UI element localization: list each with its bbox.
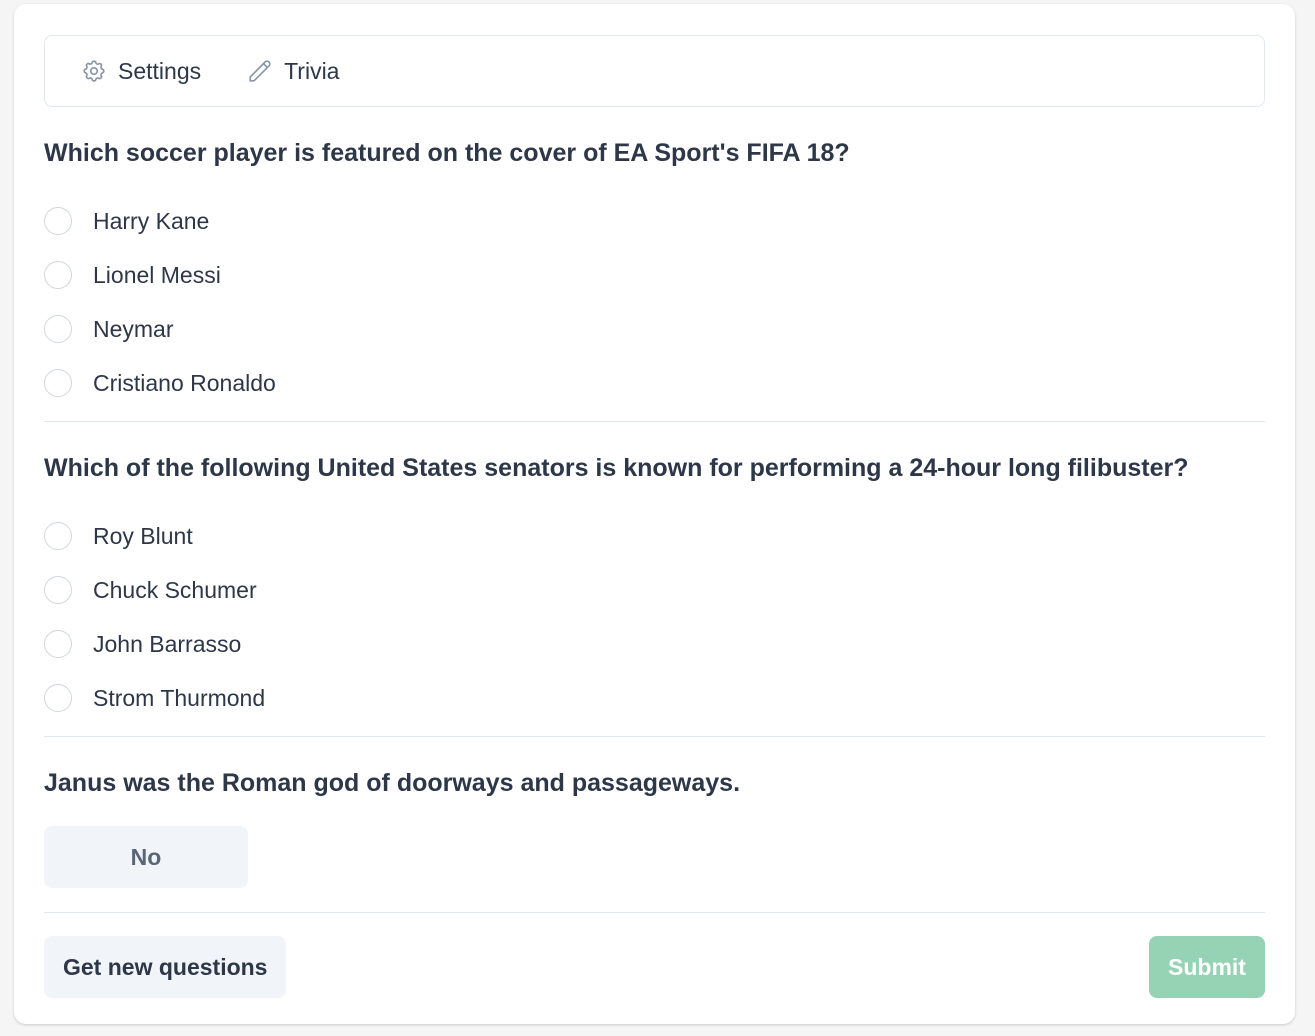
question-3: Janus was the Roman god of doorways and … (44, 768, 1265, 888)
answer-option[interactable]: Neymar (44, 302, 1265, 356)
question-title: Which soccer player is featured on the c… (44, 139, 850, 167)
question-2: Which of the following United States sen… (44, 453, 1265, 725)
option-label: Strom Thurmond (93, 684, 266, 711)
tab-settings-label: Settings (118, 57, 202, 84)
radio-button[interactable] (44, 315, 72, 343)
option-label: Roy Blunt (93, 522, 193, 549)
radio-button[interactable] (44, 522, 72, 550)
question-title: Which of the following United States sen… (44, 454, 1189, 482)
answer-option[interactable]: John Barrasso (44, 617, 1265, 671)
option-label: Neymar (93, 315, 174, 342)
option-label: Chuck Schumer (93, 576, 257, 603)
option-label: John Barrasso (93, 630, 242, 657)
option-label: Harry Kane (93, 207, 210, 234)
tab-trivia-label: Trivia (284, 57, 340, 84)
get-new-questions-button[interactable]: Get new questions (44, 936, 287, 998)
tab-settings[interactable]: Settings (81, 58, 201, 85)
answer-option[interactable]: Lionel Messi (44, 248, 1265, 302)
trivia-card: Settings Trivia Which soccer player is f… (14, 4, 1295, 1024)
divider (44, 912, 1265, 913)
question-1: Which soccer player is featured on the c… (44, 138, 1265, 410)
gear-icon (81, 58, 107, 84)
divider (44, 736, 1265, 737)
card-content: Settings Trivia Which soccer player is f… (44, 35, 1265, 998)
radio-button[interactable] (44, 207, 72, 235)
submit-button[interactable]: Submit (1149, 936, 1265, 998)
answer-option[interactable]: Strom Thurmond (44, 671, 1265, 725)
answer-option[interactable]: Roy Blunt (44, 509, 1265, 563)
radio-button[interactable] (44, 369, 72, 397)
option-label: Cristiano Ronaldo (93, 369, 276, 396)
radio-button[interactable] (44, 576, 72, 604)
answer-options: Roy Blunt Chuck Schumer John Barrasso St… (44, 509, 1265, 725)
answer-option[interactable]: Cristiano Ronaldo (44, 356, 1265, 410)
footer: Get new questions Submit (44, 936, 1265, 998)
no-button[interactable]: No (44, 826, 248, 888)
answer-options: Harry Kane Lionel Messi Neymar Cristiano… (44, 194, 1265, 410)
answer-option[interactable]: Chuck Schumer (44, 563, 1265, 617)
answer-option[interactable]: Harry Kane (44, 194, 1265, 248)
question-title: Janus was the Roman god of doorways and … (44, 769, 741, 797)
divider (44, 421, 1265, 422)
option-label: Lionel Messi (93, 261, 221, 288)
pencil-icon (247, 58, 273, 84)
radio-button[interactable] (44, 684, 72, 712)
tab-bar: Settings Trivia (44, 35, 1265, 107)
radio-button[interactable] (44, 261, 72, 289)
radio-button[interactable] (44, 630, 72, 658)
tab-trivia[interactable]: Trivia (247, 58, 339, 85)
